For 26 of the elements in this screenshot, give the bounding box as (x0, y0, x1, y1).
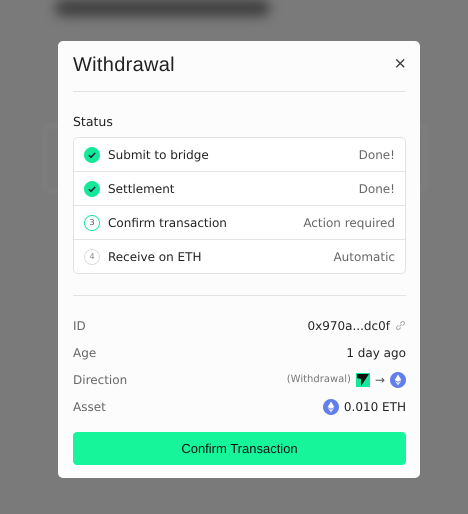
step-number: 3 (84, 214, 100, 230)
detail-label: ID (73, 318, 86, 332)
detail-label: Asset (73, 400, 106, 414)
ethereum-icon (390, 372, 406, 388)
transaction-id: 0x970a...dc0f (307, 318, 390, 332)
detail-value: 1 day ago (346, 346, 406, 360)
arrow: → (374, 372, 385, 386)
confirm-button[interactable]: Confirm Transaction (73, 432, 406, 465)
asset-amount: 0.010 ETH (344, 400, 406, 414)
step-status: Action required (303, 216, 395, 230)
direction-type: (Withdrawal) (286, 374, 351, 385)
network-logo-icon (356, 372, 370, 386)
step-status: Done! (358, 148, 395, 162)
link-icon[interactable] (395, 320, 406, 331)
dialog-title: Withdrawal (73, 54, 175, 77)
step-number: 4 (84, 248, 100, 264)
step-label: Settlement (108, 182, 176, 196)
step-label: Receive on ETH (108, 250, 202, 264)
section-heading: Status (73, 114, 114, 129)
step-status: Automatic (333, 250, 395, 264)
detail-label: Age (73, 346, 96, 360)
step-status: Done! (358, 182, 395, 196)
step-label: Confirm transaction (108, 216, 228, 230)
ethereum-icon (322, 398, 339, 414)
detail-label: Direction (73, 372, 128, 386)
step-label: Submit to bridge (108, 148, 210, 162)
